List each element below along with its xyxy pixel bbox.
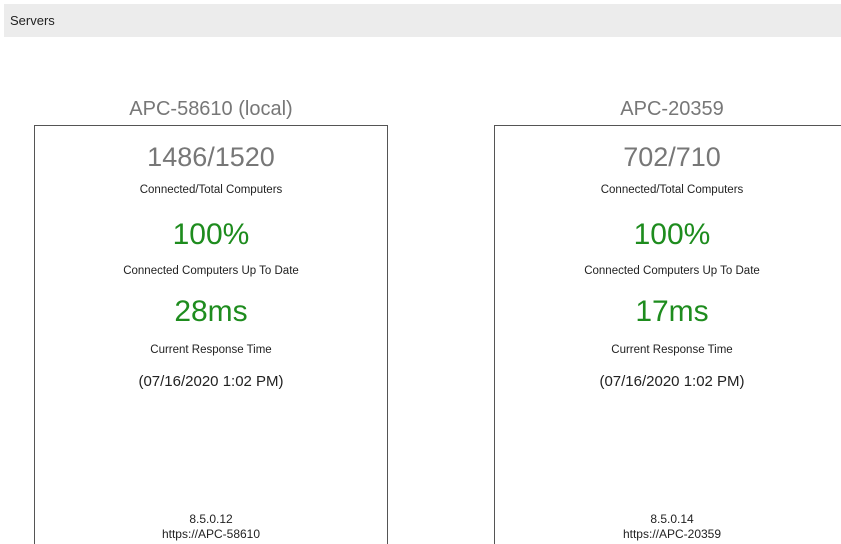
last-updated-timestamp: (07/16/2020 1:02 PM) bbox=[138, 373, 284, 390]
servers-header-bar: Servers bbox=[4, 4, 841, 37]
server-url-row: https://APC-20359 bbox=[495, 527, 841, 541]
server-name: APC-58610 (local) bbox=[129, 98, 293, 120]
server-version: 8.5.0.12 bbox=[189, 512, 233, 526]
response-time-label: Current Response Time bbox=[150, 344, 272, 356]
response-time-label: Current Response Time bbox=[611, 344, 733, 356]
server-card[interactable]: 1486/1520 Connected/Total Computers 100%… bbox=[34, 125, 388, 544]
server-card[interactable]: 702/710 Connected/Total Computers 100% C… bbox=[494, 125, 841, 544]
connected-total-label: Connected/Total Computers bbox=[600, 184, 744, 196]
up-to-date-value: 100% bbox=[633, 218, 711, 251]
connected-total-value: 702/710 bbox=[623, 142, 721, 172]
response-time-value: 28ms bbox=[174, 295, 248, 328]
last-updated-timestamp: (07/16/2020 1:02 PM) bbox=[599, 373, 745, 390]
server-url-row: https://APC-58610 bbox=[35, 527, 387, 541]
up-to-date-label: Connected Computers Up To Date bbox=[123, 265, 299, 277]
server-name: APC-20359 bbox=[620, 98, 724, 120]
page-title: Servers bbox=[10, 13, 55, 28]
server-url-link[interactable]: https://APC-20359 bbox=[623, 527, 721, 541]
connected-total-value: 1486/1520 bbox=[147, 142, 275, 172]
servers-page: Servers APC-58610 (local) 1486/1520 Conn… bbox=[0, 0, 841, 544]
up-to-date-value: 100% bbox=[172, 218, 250, 251]
server-url-link[interactable]: https://APC-58610 bbox=[162, 527, 260, 541]
up-to-date-label: Connected Computers Up To Date bbox=[584, 265, 760, 277]
response-time-value: 17ms bbox=[635, 295, 709, 328]
connected-total-label: Connected/Total Computers bbox=[139, 184, 283, 196]
server-version: 8.5.0.14 bbox=[650, 512, 694, 526]
